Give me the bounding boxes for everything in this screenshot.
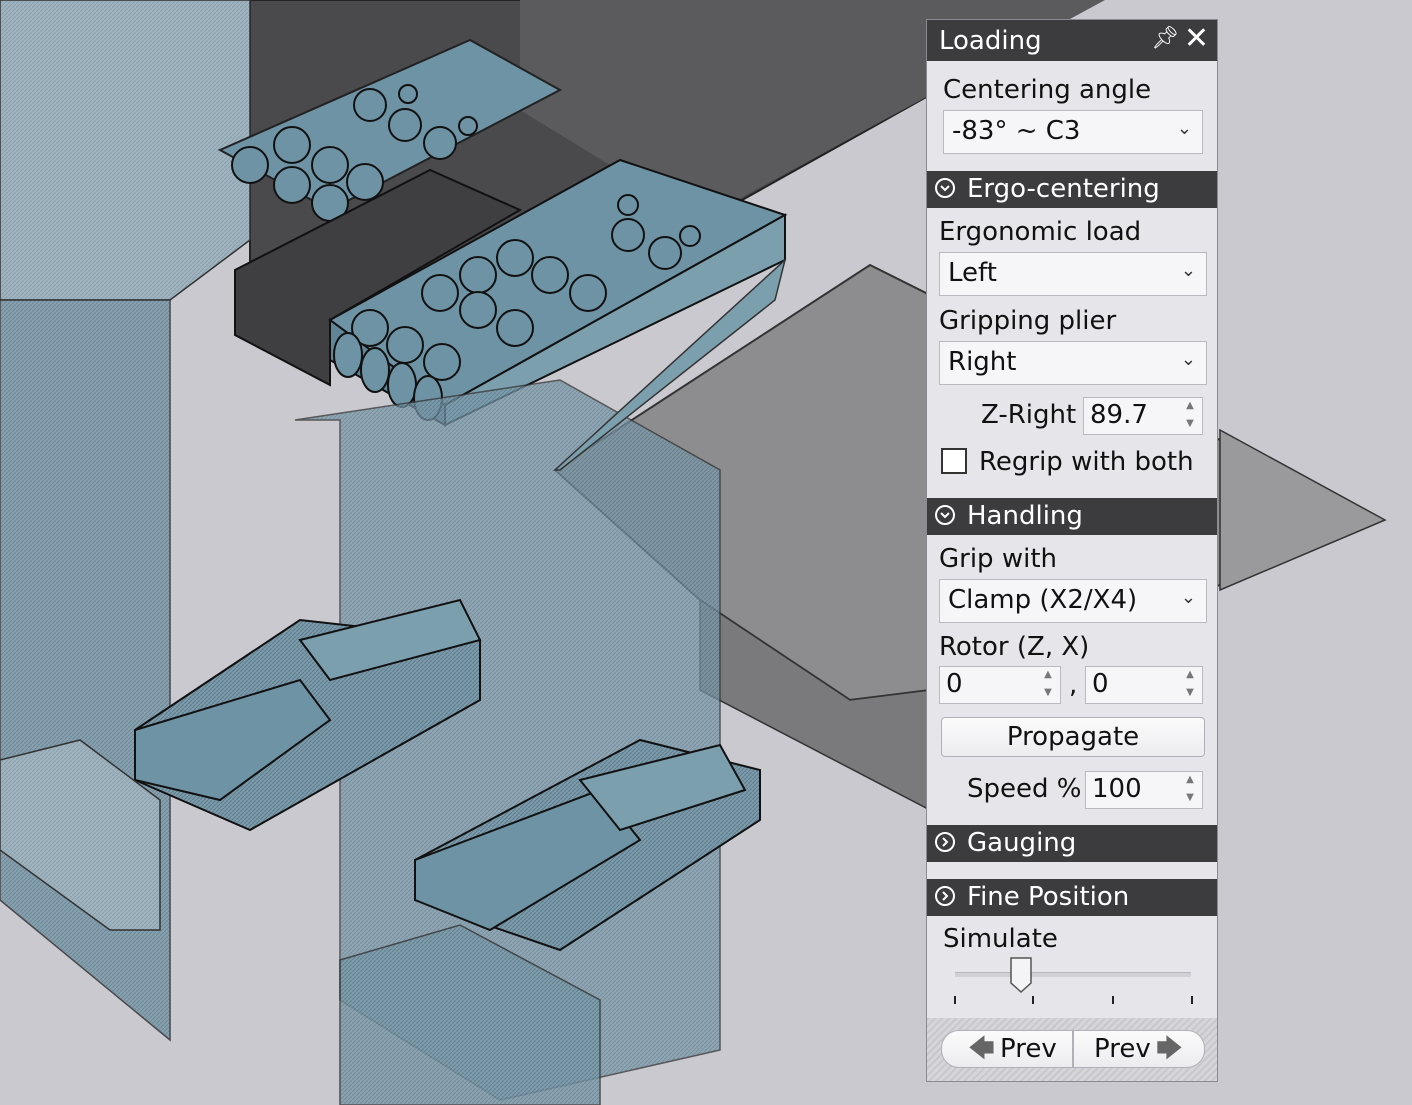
spin-up-icon[interactable]: ▲ xyxy=(1042,670,1054,680)
prev-back-button[interactable]: 🡄 Prev xyxy=(941,1030,1073,1068)
chevron-down-icon: ⌄ xyxy=(1180,587,1196,608)
z-right-label: Z-Right xyxy=(981,400,1077,430)
propagate-button[interactable]: Propagate xyxy=(941,717,1205,757)
section-gauging-label: Gauging xyxy=(967,828,1077,858)
close-icon[interactable]: ✕ xyxy=(1184,22,1209,56)
z-right-spinbox[interactable]: 89.7 ▲ ▼ xyxy=(1083,397,1203,435)
slider-tick xyxy=(1032,996,1034,1004)
section-handling[interactable]: Handling xyxy=(927,498,1217,535)
simulate-label: Simulate xyxy=(943,924,1058,954)
spin-up-icon[interactable]: ▲ xyxy=(1184,670,1196,680)
gripping-plier-label: Gripping plier xyxy=(939,306,1117,336)
rotor-x-value: 0 xyxy=(1092,669,1109,699)
ergonomic-load-value: Left xyxy=(948,258,997,288)
z-right-value: 89.7 xyxy=(1090,400,1148,430)
rotor-label: Rotor (Z, X) xyxy=(939,632,1090,662)
spin-down-icon[interactable]: ▼ xyxy=(1184,419,1196,429)
chevron-down-icon: ⌄ xyxy=(1180,260,1196,281)
loading-panel: Loading 📌︎ ✕ Centering angle -83° ~ C3 ⌄… xyxy=(926,19,1218,1082)
prev-forward-label: Prev xyxy=(1094,1034,1151,1064)
section-ergo-centering[interactable]: Ergo-centering xyxy=(927,171,1217,208)
rotor-z-spinbox[interactable]: 0 ▲ ▼ xyxy=(939,666,1061,704)
section-handling-label: Handling xyxy=(967,501,1083,531)
collapse-icon xyxy=(935,505,955,525)
slider-tick xyxy=(954,996,956,1004)
centering-angle-value: -83° ~ C3 xyxy=(952,116,1081,146)
simulate-slider-track[interactable] xyxy=(955,972,1191,977)
collapse-icon xyxy=(935,178,955,198)
grip-with-label: Grip with xyxy=(939,544,1057,574)
section-fine-position-label: Fine Position xyxy=(967,882,1130,912)
prev-back-label: Prev xyxy=(1000,1034,1057,1064)
spin-up-icon[interactable]: ▲ xyxy=(1184,775,1196,785)
rotor-x-spinbox[interactable]: 0 ▲ ▼ xyxy=(1085,666,1203,704)
grip-with-value: Clamp (X2/X4) xyxy=(948,585,1138,615)
regrip-label: Regrip with both xyxy=(979,447,1194,477)
pin-icon[interactable]: 📌︎ xyxy=(1151,26,1179,51)
arrow-left-icon: 🡄 xyxy=(968,1034,995,1064)
slider-tick xyxy=(1112,996,1114,1004)
panel-titlebar[interactable]: Loading 📌︎ ✕ xyxy=(927,20,1217,61)
centering-angle-dropdown[interactable]: -83° ~ C3 ⌄ xyxy=(943,110,1203,154)
speed-spinbox[interactable]: 100 ▲ ▼ xyxy=(1085,771,1203,809)
nav-bar: 🡄 Prev Prev 🡆 xyxy=(927,1018,1217,1081)
simulate-slider-thumb[interactable] xyxy=(1010,957,1032,993)
ergonomic-load-label: Ergonomic load xyxy=(939,217,1142,247)
section-fine-position[interactable]: Fine Position xyxy=(927,879,1217,916)
ergonomic-load-dropdown[interactable]: Left ⌄ xyxy=(939,252,1207,296)
chevron-down-icon: ⌄ xyxy=(1176,118,1192,139)
gripping-plier-value: Right xyxy=(948,347,1017,377)
centering-angle-label: Centering angle xyxy=(943,75,1152,105)
rotor-separator: , xyxy=(1069,670,1078,700)
spin-down-icon[interactable]: ▼ xyxy=(1042,688,1054,698)
expand-icon xyxy=(935,886,955,906)
spin-down-icon[interactable]: ▼ xyxy=(1184,793,1196,803)
chevron-down-icon: ⌄ xyxy=(1180,349,1196,370)
panel-title: Loading xyxy=(939,26,1042,56)
regrip-checkbox[interactable] xyxy=(941,448,967,474)
arrow-right-icon: 🡆 xyxy=(1156,1034,1183,1064)
prev-forward-button[interactable]: Prev 🡆 xyxy=(1073,1030,1205,1068)
gripping-plier-dropdown[interactable]: Right ⌄ xyxy=(939,341,1207,385)
speed-label: Speed % xyxy=(967,774,1082,804)
section-ergo-label: Ergo-centering xyxy=(967,174,1160,204)
speed-value: 100 xyxy=(1092,774,1142,804)
grip-with-dropdown[interactable]: Clamp (X2/X4) ⌄ xyxy=(939,579,1207,623)
rotor-z-value: 0 xyxy=(946,669,963,699)
slider-tick xyxy=(1191,996,1193,1004)
expand-icon xyxy=(935,832,955,852)
spin-up-icon[interactable]: ▲ xyxy=(1184,401,1196,411)
spin-down-icon[interactable]: ▼ xyxy=(1184,688,1196,698)
section-gauging[interactable]: Gauging xyxy=(927,825,1217,862)
